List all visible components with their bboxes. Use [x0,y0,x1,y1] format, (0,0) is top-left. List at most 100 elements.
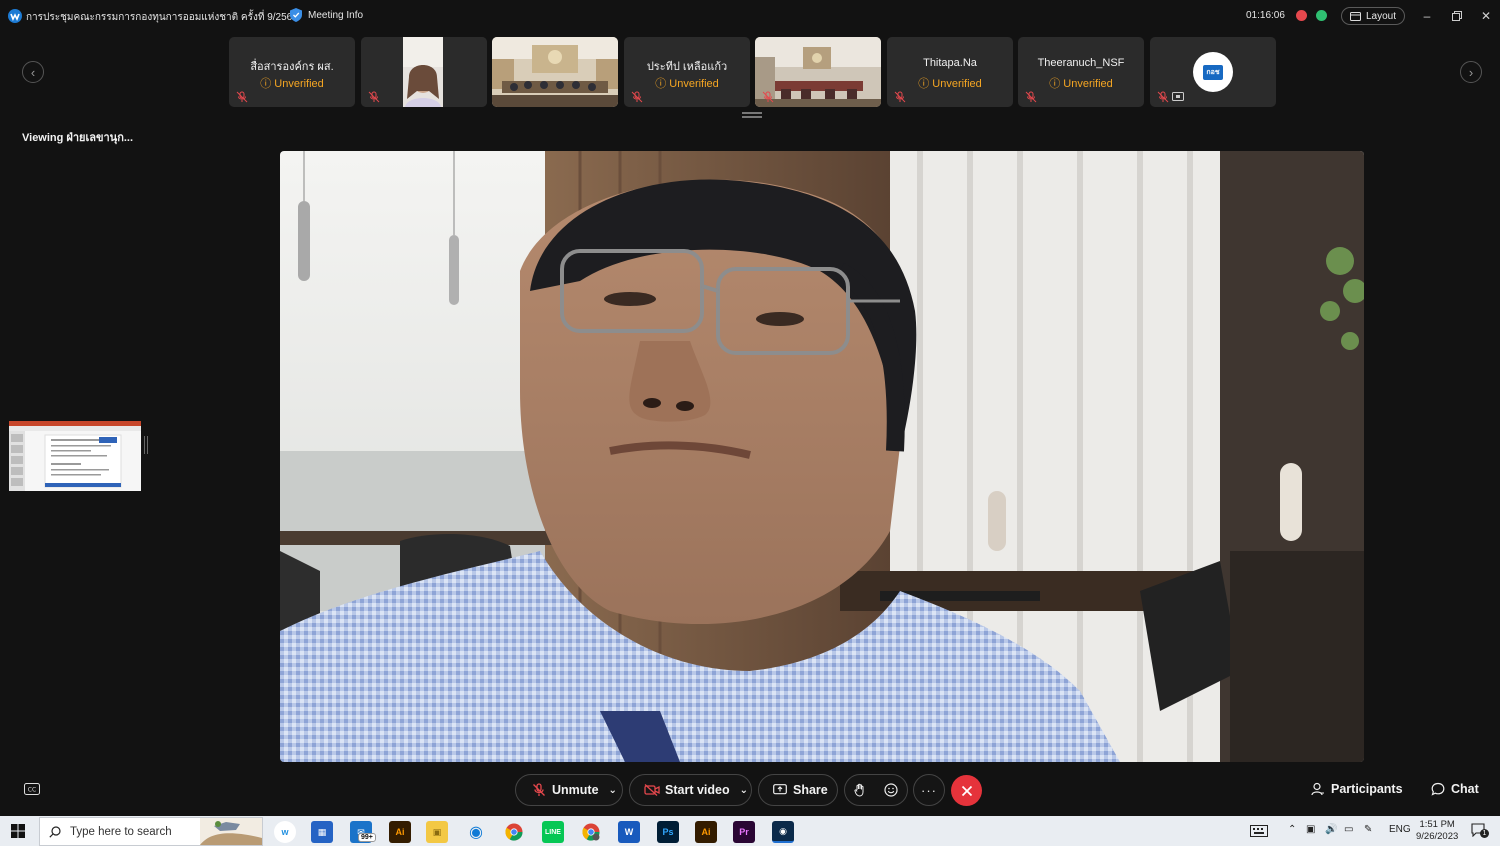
start-video-label: Start video [665,783,730,797]
participant-video-tile[interactable] [492,37,618,107]
participant-name: Theeranuch_NSF [1037,57,1125,69]
meeting-info-label: Meeting Info [308,9,364,21]
minimize-icon[interactable]: – [1419,8,1435,24]
unmute-button[interactable]: Unmute ⌄ [515,774,623,806]
webex-logo-icon [8,9,22,23]
participant-name: สื่อสารองค์กร ผส. [250,61,334,73]
connection-status-icon[interactable] [1316,10,1327,21]
network-tray-icon[interactable]: ▣ [1306,824,1315,835]
layout-button[interactable]: Layout [1341,7,1406,25]
taskbar-file-explorer-icon[interactable]: ▣ [426,821,448,843]
reactions-group [844,774,908,806]
participant-video-tile[interactable] [755,37,881,107]
clock-date: 9/26/2023 [1416,831,1459,842]
pen-tray-icon[interactable]: ✎ [1364,824,1372,835]
video-off-icon [644,784,660,796]
taskbar-store-icon[interactable]: ▦ [311,821,333,843]
language-indicator[interactable]: ENG [1389,824,1411,835]
taskbar-line-icon[interactable]: LINE [542,821,564,843]
person-icon [1311,782,1324,796]
chevron-down-icon[interactable]: ⌄ [740,785,748,796]
chat-label: Chat [1451,782,1479,796]
chat-button[interactable]: Chat [1431,782,1479,796]
layout-label: Layout [1366,10,1397,22]
muted-mic-icon [894,91,906,103]
unverified-status: ⓘ Unverified [1049,78,1113,90]
search-highlight-image [200,818,262,845]
thumbnail-resize-handle[interactable] [144,436,148,454]
taskbar-webex-meeting-icon[interactable]: ◉ [772,821,794,843]
strip-prev-arrow-icon[interactable]: ‹ [22,61,44,83]
viewing-label: Viewing ฝ่ายเลขานุก... [22,132,134,144]
participant-video-tile[interactable] [361,37,487,107]
organization-logo-avatar: กอช [1193,52,1233,92]
taskbar-premiere-icon[interactable]: Pr [733,821,755,843]
taskbar-photoshop-icon[interactable]: Ps [657,821,679,843]
participant-tile[interactable]: กอช [1150,37,1276,107]
title-bar: การประชุมคณะกรรมการกองทุนการออมแห่งชาติ … [0,0,1500,32]
active-speaker-video[interactable] [280,151,1364,762]
leave-meeting-button[interactable] [951,775,982,806]
meeting-timer: 01:16:06 [1246,10,1285,21]
restore-icon[interactable] [1449,8,1465,24]
muted-mic-icon [762,91,774,103]
strip-next-arrow-icon[interactable]: › [1460,61,1482,83]
share-label: Share [793,783,828,797]
more-options-icon: ··· [921,782,937,798]
participant-name: ประทีป เหลือแก้ว [646,61,728,73]
reaction-emoji-icon[interactable] [884,783,898,797]
taskbar-clock[interactable]: 1:51 PM 9/26/2023 [1416,819,1458,843]
taskbar-webex-app-icon[interactable]: w [274,821,296,843]
muted-mic-icon [631,91,643,103]
more-options-button[interactable]: ··· [913,774,945,806]
keyboard-tray-icon[interactable] [1250,825,1268,837]
taskbar-illustrator-icon-2[interactable]: Ai [695,821,717,843]
search-placeholder: Type here to search [70,826,172,838]
muted-mic-icon [533,783,545,796]
share-button[interactable]: Share [758,774,838,806]
taskbar-edge-icon[interactable]: ◉ [465,821,487,843]
svg-text:CC: CC [28,787,36,794]
closed-captions-icon[interactable]: CC [24,783,40,797]
screen-share-icon [1172,92,1184,101]
strip-resize-handle[interactable] [742,112,762,118]
unverified-status: ⓘ Unverified [260,78,324,90]
unmute-label: Unmute [552,783,599,797]
taskbar-chrome-profile-icon[interactable] [580,821,602,843]
participant-name: Thitapa.Na [923,57,977,69]
participant-tile[interactable]: สื่อสารองค์กร ผส. ⓘ Unverified [229,37,355,107]
taskbar-word-icon[interactable]: W [618,821,640,843]
shared-screen-thumbnail[interactable] [9,421,141,491]
clock-time: 1:51 PM [1419,819,1455,830]
organization-logo-text: กอช [1203,64,1223,80]
muted-mic-icon [236,91,248,103]
meeting-room-video-feed [492,37,618,107]
display-tray-icon[interactable]: ▭ [1344,824,1353,835]
recording-indicator-icon[interactable] [1296,10,1307,21]
close-icon [961,785,972,796]
active-speaker-video-feed [280,151,1364,762]
taskbar-chrome-icon[interactable] [503,821,525,843]
windows-start-icon[interactable] [11,824,25,838]
participant-tile[interactable]: Thitapa.Na ⓘ Unverified [887,37,1013,107]
show-hidden-icons-icon[interactable]: ⌃ [1288,824,1296,835]
participant-tile[interactable]: ประทีป เหลือแก้ว ⓘ Unverified [624,37,750,107]
raise-hand-icon[interactable] [854,783,866,797]
layout-icon [1350,11,1361,21]
participant-tile[interactable]: Theeranuch_NSF ⓘ Unverified [1018,37,1144,107]
volume-tray-icon[interactable]: 🔊 [1325,824,1337,835]
taskbar-illustrator-icon[interactable]: Ai [389,821,411,843]
participants-button[interactable]: Participants [1311,782,1403,796]
shield-icon [290,8,302,22]
chevron-down-icon[interactable]: ⌄ [609,785,617,796]
shared-document-preview [9,421,141,491]
taskbar-mail-icon[interactable]: ✉ 99+ [350,821,376,843]
notification-center-icon[interactable]: 1 [1471,823,1489,838]
close-icon[interactable]: ✕ [1478,8,1494,24]
start-video-button[interactable]: Start video ⌄ [629,774,752,806]
mail-badge: 99+ [358,833,376,842]
chat-bubble-icon [1431,782,1445,796]
meeting-info-button[interactable]: Meeting Info [290,8,363,22]
taskbar-search-input[interactable]: Type here to search [39,817,263,846]
muted-mic-icon [1025,91,1037,103]
